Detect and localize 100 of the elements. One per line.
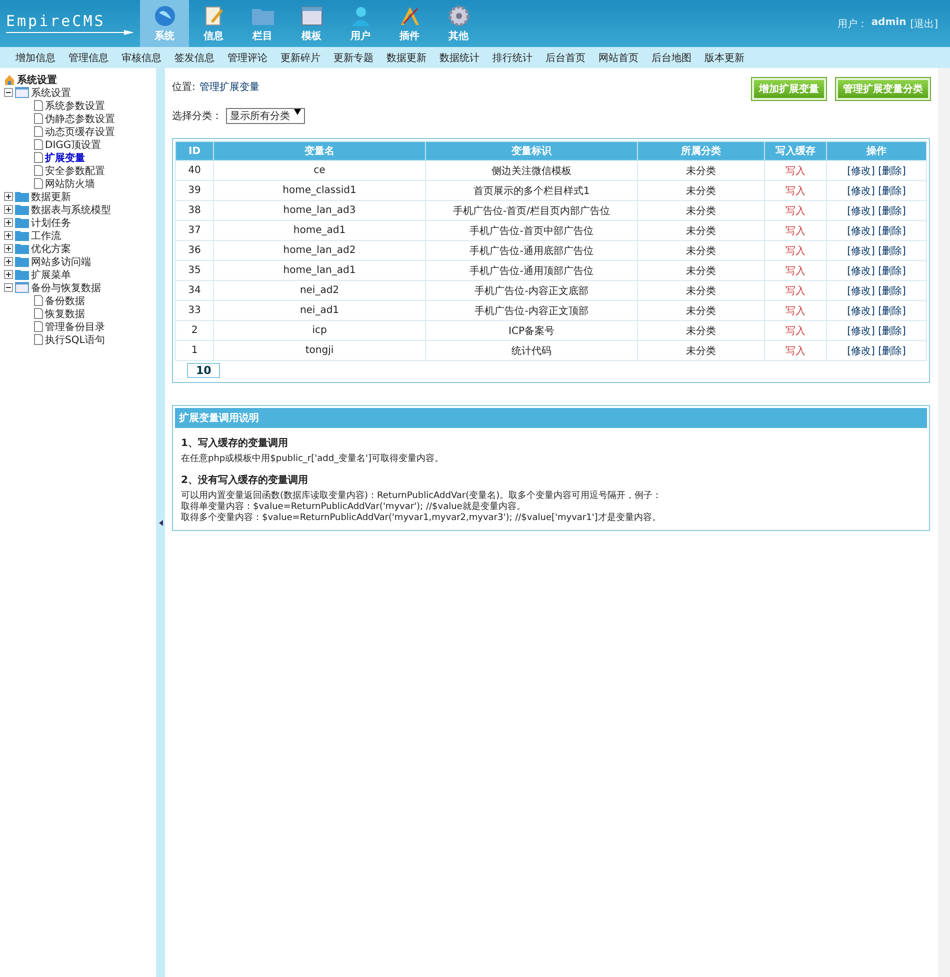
- tree-item[interactable]: 系统参数设置: [45, 98, 105, 112]
- tree-item[interactable]: 伪静态参数设置: [45, 112, 115, 126]
- delete-link[interactable]: [删除]: [878, 326, 906, 336]
- edit-link[interactable]: [修改]: [847, 266, 875, 276]
- table-cell: 39: [188, 185, 201, 196]
- table-cell: 38: [188, 205, 201, 216]
- edit-link[interactable]: [修改]: [847, 166, 875, 176]
- tree-item[interactable]: 管理备份目录: [45, 320, 105, 334]
- collapse-icon[interactable]: [4, 88, 13, 97]
- column-header: 变量名: [214, 142, 426, 160]
- tree-item[interactable]: 计划任务: [31, 216, 71, 230]
- table-cell: 未分类: [686, 326, 716, 336]
- tree-item[interactable]: 数据更新: [31, 190, 71, 204]
- filter-label: 选择分类：: [172, 110, 222, 123]
- delete-link[interactable]: [删除]: [878, 226, 906, 236]
- menu-link[interactable]: 管理评论: [221, 50, 274, 64]
- help-text: 可以用内置变量返回函数(数据库读取变量内容)：ReturnPublicAddVar(变量名)。取多个变量内容可用逗号隔开，例子：: [181, 491, 663, 502]
- menu-link[interactable]: 数据更新: [380, 50, 433, 64]
- menu-link[interactable]: 增加信息: [9, 50, 62, 64]
- tree-item[interactable]: 扩展菜单: [31, 268, 71, 282]
- breadcrumb-link[interactable]: 管理扩展变量: [199, 80, 260, 94]
- table-cell: 未分类: [686, 266, 716, 276]
- page-icon: [34, 126, 43, 137]
- table-cell: tongji: [305, 345, 334, 356]
- menu-link[interactable]: 管理信息: [62, 50, 115, 64]
- menu-link[interactable]: 更新碎片: [274, 50, 327, 64]
- tree-item[interactable]: 网站多访问端: [31, 254, 91, 268]
- edit-link[interactable]: [修改]: [847, 206, 875, 216]
- delete-link[interactable]: [删除]: [878, 206, 906, 216]
- page-icon: [34, 178, 43, 189]
- write-link[interactable]: 写入: [786, 346, 806, 356]
- write-link[interactable]: 写入: [786, 186, 806, 196]
- delete-link[interactable]: [删除]: [878, 286, 906, 296]
- write-link[interactable]: 写入: [786, 166, 806, 176]
- help-text: 取得单变量内容：$value=ReturnPublicAddVar('myvar'); //$value就是变量内容。: [181, 502, 526, 512]
- table-cell: 36: [188, 245, 201, 256]
- expand-icon[interactable]: [4, 205, 13, 214]
- menu-link[interactable]: 后台地图: [645, 50, 698, 64]
- tree-item[interactable]: 执行SQL语句: [45, 332, 105, 346]
- expand-icon[interactable]: [4, 244, 13, 253]
- table-cell: 37: [188, 225, 201, 236]
- write-link[interactable]: 写入: [786, 226, 806, 236]
- delete-link[interactable]: [删除]: [878, 186, 906, 196]
- tree-item[interactable]: 工作流: [31, 228, 61, 242]
- page-icon: [34, 113, 43, 124]
- collapse-arrow-icon[interactable]: [158, 520, 162, 526]
- table-cell: 首页展示的多个栏目样式1: [473, 186, 590, 196]
- folder-icon: [15, 243, 29, 254]
- edit-link[interactable]: [修改]: [847, 286, 875, 296]
- tree-item[interactable]: 动态页缓存设置: [45, 124, 115, 138]
- tree-item[interactable]: 优化方案: [31, 242, 71, 256]
- write-link[interactable]: 写入: [786, 266, 806, 276]
- menu-link[interactable]: 审核信息: [115, 50, 168, 64]
- menu-link[interactable]: 更新专题: [327, 50, 380, 64]
- table-cell: 未分类: [686, 246, 716, 256]
- write-link[interactable]: 写入: [786, 306, 806, 316]
- edit-link[interactable]: [修改]: [847, 326, 875, 336]
- menu-link[interactable]: 网站首页: [592, 50, 645, 64]
- edit-link[interactable]: [修改]: [847, 306, 875, 316]
- delete-link[interactable]: [删除]: [878, 166, 906, 176]
- delete-link[interactable]: [删除]: [878, 306, 906, 316]
- menu-link[interactable]: 数据统计: [433, 50, 486, 64]
- write-link[interactable]: 写入: [786, 206, 806, 216]
- tree-item[interactable]: 安全参数配置: [45, 164, 105, 178]
- expand-icon[interactable]: [4, 257, 13, 266]
- delete-link[interactable]: [删除]: [878, 246, 906, 256]
- tree-item[interactable]: 备份数据: [45, 294, 85, 308]
- category-select[interactable]: 显示所有分类: [226, 108, 305, 124]
- write-link[interactable]: 写入: [786, 246, 806, 256]
- expand-icon[interactable]: [4, 231, 13, 240]
- expand-icon[interactable]: [4, 270, 13, 279]
- tree-item[interactable]: 恢复数据: [45, 306, 85, 320]
- write-link[interactable]: 写入: [786, 326, 806, 336]
- expand-icon[interactable]: [4, 192, 13, 201]
- table-cell: ce: [314, 165, 326, 176]
- gear-icon: [448, 4, 470, 26]
- menu-link[interactable]: 后台首页: [539, 50, 592, 64]
- edit-link[interactable]: [修改]: [847, 246, 875, 256]
- menu-link[interactable]: 排行统计: [486, 50, 539, 64]
- tree-item[interactable]: 数据表与系统模型: [31, 202, 111, 216]
- tree-item[interactable]: DIGG顶设置: [45, 138, 102, 152]
- table-cell: 33: [188, 305, 201, 316]
- delete-link[interactable]: [删除]: [878, 346, 906, 356]
- expand-icon[interactable]: [4, 218, 13, 227]
- menu-link[interactable]: 签发信息: [168, 50, 221, 64]
- tree-item[interactable]: 网站防火墙: [45, 176, 95, 190]
- write-link[interactable]: 写入: [786, 286, 806, 296]
- help-text: 在任意php或模板中用$public_r['add_变量名']可取得变量内容。: [181, 454, 445, 465]
- tree-item[interactable]: 系统设置: [31, 86, 71, 100]
- edit-link[interactable]: [修改]: [847, 346, 875, 356]
- table-cell: home_lan_ad1: [283, 265, 356, 276]
- delete-link[interactable]: [删除]: [878, 266, 906, 276]
- tree-item[interactable]: 扩展变量: [45, 150, 85, 164]
- edit-link[interactable]: [修改]: [847, 186, 875, 196]
- folder-icon: [15, 191, 29, 202]
- collapse-icon[interactable]: [4, 283, 13, 292]
- edit-link[interactable]: [修改]: [847, 226, 875, 236]
- menu-link[interactable]: 版本更新: [698, 50, 751, 64]
- tree-item[interactable]: 备份与恢复数据: [31, 280, 101, 294]
- page-number[interactable]: 10: [187, 363, 220, 378]
